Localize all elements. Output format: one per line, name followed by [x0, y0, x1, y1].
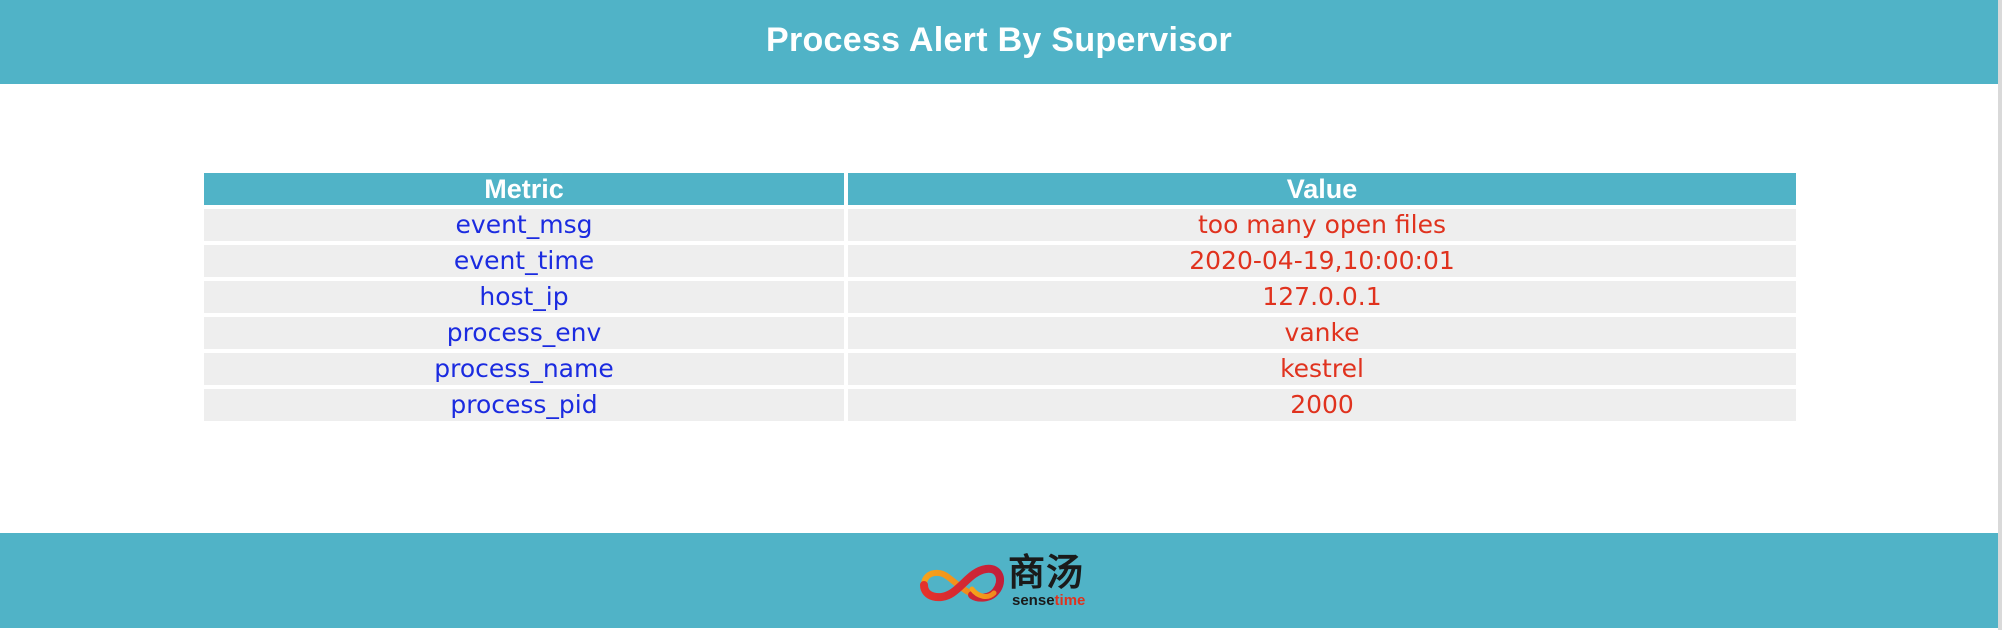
table-row: event_msg too many open files: [204, 209, 1796, 241]
metric-cell: event_msg: [204, 209, 844, 241]
value-cell: vanke: [848, 317, 1796, 349]
table-row: process_pid 2000: [204, 389, 1796, 421]
footer-bar: 商汤 sensetime: [0, 533, 1998, 628]
logo-text-time: time: [1054, 592, 1086, 609]
logo-text-chinese: 商汤: [1008, 551, 1084, 594]
metric-cell: process_env: [204, 317, 844, 349]
alert-email-page: Process Alert By Supervisor Metric Value…: [0, 0, 2002, 630]
metric-cell: host_ip: [204, 281, 844, 313]
table-row: host_ip 127.0.0.1: [204, 281, 1796, 313]
logo-text-sense: sense: [1012, 592, 1055, 609]
page-title: Process Alert By Supervisor: [765, 20, 1233, 59]
column-header-value: Value: [848, 173, 1796, 205]
value-cell: 127.0.0.1: [848, 281, 1796, 313]
table-row: event_time 2020-04-19,10:00:01: [204, 245, 1796, 277]
table-row: process_name kestrel: [204, 353, 1796, 385]
value-cell: too many open files: [848, 209, 1796, 241]
sensetime-infinity-logo-icon: [920, 564, 1005, 602]
value-cell: 2000: [848, 389, 1796, 421]
metrics-table: Metric Value event_msg too many open fil…: [200, 169, 1800, 425]
logo-text-english: sensetime: [1012, 593, 1085, 609]
value-cell: 2020-04-19,10:00:01: [848, 245, 1796, 277]
window-edge: [1998, 0, 2002, 630]
company-logo: 商汤 sensetime: [916, 553, 1086, 611]
metric-cell: process_pid: [204, 389, 844, 421]
metric-cell: event_time: [204, 245, 844, 277]
table-header-row: Metric Value: [204, 173, 1796, 205]
table-row: process_env vanke: [204, 317, 1796, 349]
email-body: Process Alert By Supervisor Metric Value…: [0, 0, 1998, 630]
column-header-metric: Metric: [204, 173, 844, 205]
metric-cell: process_name: [204, 353, 844, 385]
header-bar: Process Alert By Supervisor: [0, 0, 1998, 84]
value-cell: kestrel: [848, 353, 1796, 385]
